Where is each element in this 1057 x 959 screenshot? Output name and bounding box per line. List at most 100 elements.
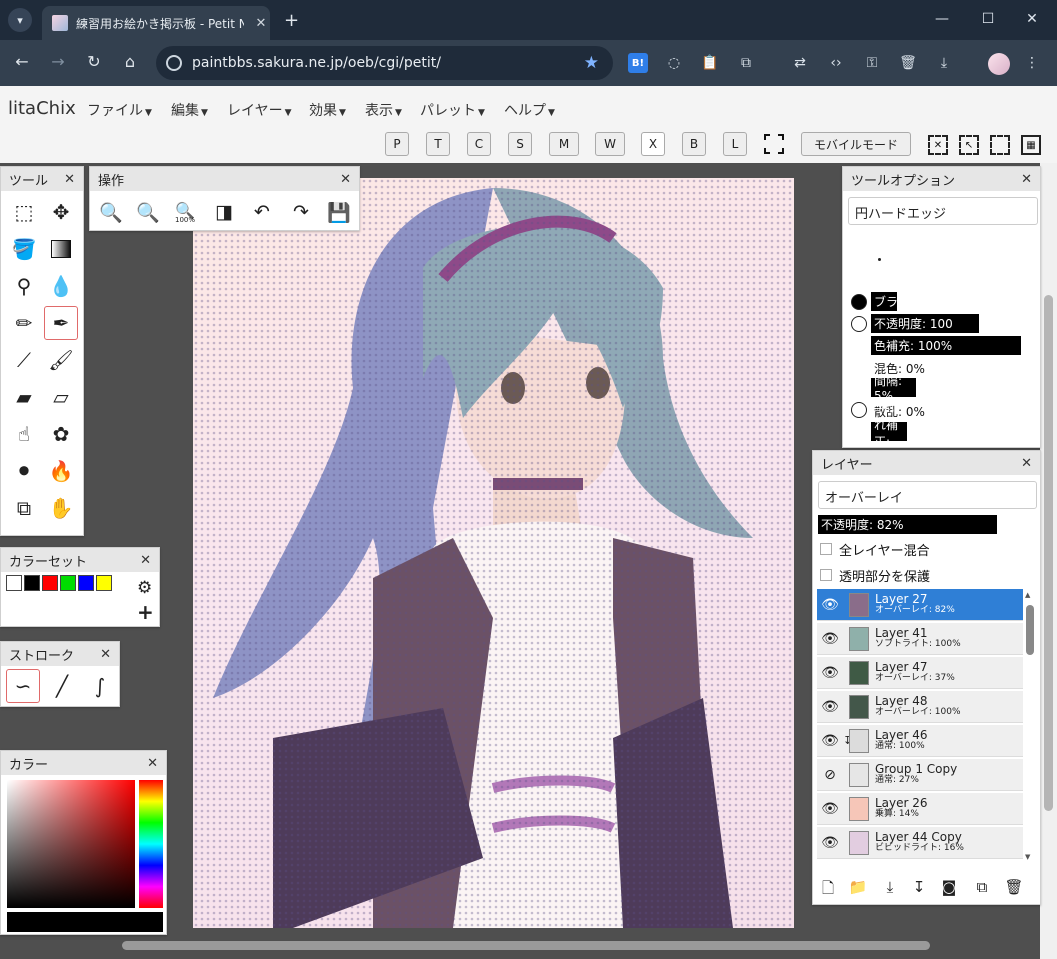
fullscreen-icon[interactable] [764, 134, 784, 154]
eye-icon[interactable]: 👁 [817, 733, 843, 749]
blend-mode-select[interactable]: オーバーレイ [818, 481, 1037, 509]
zoom-100-icon[interactable]: 🔍 100% [168, 197, 202, 227]
color-swatch[interactable] [60, 575, 76, 591]
zoom-in-icon[interactable]: 🔍 [94, 197, 128, 227]
layer-row[interactable]: 👁 Layer 41 ソフトライト: 100% [817, 623, 1023, 655]
eye-icon[interactable]: 👁 [817, 631, 843, 647]
redo-icon[interactable]: ↷ [284, 197, 318, 227]
mouse-extension-icon[interactable]: ◌ [664, 53, 684, 73]
menu-palette[interactable]: パレット ▼ [420, 100, 485, 120]
tab-close-icon[interactable]: ✕ [252, 16, 270, 31]
drawing-canvas[interactable] [193, 178, 794, 928]
eye-icon[interactable]: 👁 [817, 699, 843, 715]
close-icon[interactable]: ✕ [147, 756, 158, 771]
scatter-pressure-radio[interactable] [851, 402, 867, 418]
hand-tool-icon[interactable]: ✋ [44, 491, 78, 525]
eye-icon[interactable]: 👁 [817, 597, 843, 613]
dodge-tool-icon[interactable]: ⚫ [7, 454, 41, 488]
brush-size-pressure-radio[interactable] [851, 294, 867, 310]
color-swatch[interactable] [6, 575, 22, 591]
select-transform-icon[interactable]: ↖ [959, 135, 979, 155]
blur-drop-tool-icon[interactable]: 💧 [44, 269, 78, 303]
fill-bucket-tool-icon[interactable]: 🪣 [7, 232, 41, 266]
shortcut-button-c[interactable]: C [467, 132, 491, 156]
spacing-slider[interactable]: 間隔: 5% [871, 374, 916, 403]
eye-icon[interactable]: 👁 [817, 665, 843, 681]
color-fill-slider[interactable]: 色補充: 100% [871, 336, 1021, 355]
close-icon[interactable]: ✕ [140, 553, 151, 568]
eye-icon[interactable]: 👁 [817, 835, 843, 851]
shortcut-button-t[interactable]: T [426, 132, 450, 156]
key-icon[interactable]: ⚿ [862, 53, 882, 73]
move-tool-icon[interactable]: ✥ [44, 195, 78, 229]
forward-icon[interactable]: → [46, 52, 70, 71]
mobile-mode-button[interactable]: モバイルモード [801, 132, 911, 156]
brush-size-slider[interactable]: ブラシサイズ: 2 [871, 292, 961, 311]
bookmark-star-icon[interactable]: ★ [584, 53, 613, 73]
undo-icon[interactable]: ↶ [245, 197, 279, 227]
tab-search-button[interactable]: ▾ [8, 8, 32, 32]
layer-row[interactable]: 👁 ↧ Layer 46 通常: 100% [817, 725, 1023, 757]
shortcut-button-b[interactable]: B [682, 132, 706, 156]
close-window-icon[interactable]: ✕ [1022, 11, 1042, 27]
rect-select-tool-icon[interactable]: ⬚ [7, 195, 41, 229]
delete-layer-icon[interactable]: 🗑 [1003, 878, 1025, 896]
horizontal-scrollbar[interactable] [122, 941, 930, 950]
soft-eraser-tool-icon[interactable]: ▱ [44, 380, 78, 414]
vertical-scrollbar[interactable] [1044, 295, 1053, 811]
shortcut-button-x[interactable]: X [641, 132, 665, 156]
close-icon[interactable]: ✕ [100, 647, 111, 662]
layer-row[interactable]: 👁 Layer 47 オーバーレイ: 37% [817, 657, 1023, 689]
clip-layer-icon[interactable]: ↧ [908, 878, 930, 896]
shortcut-button-p[interactable]: P [385, 132, 409, 156]
hue-slider[interactable] [139, 780, 163, 908]
colorset-add-plus-icon[interactable]: + [137, 600, 154, 624]
layer-row[interactable]: 👁 Layer 26 乗算: 14% [817, 793, 1023, 825]
home-icon[interactable]: ⌂ [118, 52, 142, 71]
blend-tool-icon[interactable]: ✿ [44, 417, 78, 451]
translate-icon[interactable]: ⇄ [790, 53, 810, 73]
merge-down-icon[interactable]: ⤓ [879, 878, 901, 896]
protect-alpha-checkbox[interactable] [820, 569, 832, 581]
layer-mask-icon[interactable]: ◙ [938, 878, 960, 896]
trash-extension-icon[interactable]: 🗑 [898, 53, 918, 73]
saturation-value-picker[interactable] [7, 780, 135, 908]
deselect-icon[interactable]: ✕ [928, 135, 948, 155]
new-folder-icon[interactable]: 📁 [847, 878, 869, 896]
hatena-bookmark-extension-icon[interactable]: B! [628, 53, 648, 73]
browser-menu-icon[interactable]: ⋮ [1022, 53, 1042, 73]
clipboard-icon[interactable]: 📋 [700, 53, 720, 73]
brush-tool-icon[interactable]: 🖌 [44, 343, 78, 377]
eye-icon[interactable]: 👁 [817, 801, 843, 817]
eyedropper-tool-icon[interactable]: ⚲ [7, 269, 41, 303]
stabilizer-slider[interactable]: 手ぶれ補正: 2% [871, 401, 907, 464]
layer-row[interactable]: ⊘ Group 1 Copy 通常: 27% [817, 759, 1023, 791]
back-icon[interactable]: ← [10, 52, 34, 71]
new-tab-button[interactable]: + [284, 10, 299, 31]
site-info-icon[interactable] [166, 55, 182, 71]
burn-tool-icon[interactable]: 🔥 [44, 454, 78, 488]
invert-selection-icon[interactable]: ▦ [1021, 135, 1041, 155]
smudge-tool-icon[interactable]: ☝ [7, 417, 41, 451]
opacity-pressure-radio[interactable] [851, 316, 867, 332]
airbrush-tool-icon[interactable]: ⟋ [7, 343, 41, 377]
gradient-tool-icon[interactable] [44, 232, 78, 266]
colorset-settings-gear-icon[interactable]: ⚙ [137, 578, 152, 598]
close-icon[interactable]: ✕ [340, 172, 351, 187]
menu-view[interactable]: 表示 ▼ [365, 100, 402, 120]
layer-row[interactable]: 👁 Layer 27 オーバーレイ: 82% [817, 589, 1023, 621]
layer-opacity-slider[interactable]: 不透明度: 82% [818, 515, 997, 534]
maximize-icon[interactable]: ☐ [978, 11, 998, 27]
stroke-freehand-icon[interactable]: ∽ [6, 669, 40, 703]
shortcut-button-s[interactable]: S [508, 132, 532, 156]
layer-row[interactable]: 👁 Layer 48 オーバーレイ: 100% [817, 691, 1023, 723]
shortcut-button-w[interactable]: W [595, 132, 625, 156]
close-icon[interactable]: ✕ [64, 172, 75, 187]
scroll-up-icon[interactable]: ▲ [1025, 591, 1030, 599]
eye-hidden-icon[interactable]: ⊘ [817, 767, 843, 783]
reload-icon[interactable]: ↻ [82, 52, 106, 71]
layer-row[interactable]: 👁 Layer 44 Copy ビビッドライト: 16% [817, 827, 1023, 859]
zoom-out-icon[interactable]: 🔍 [131, 197, 165, 227]
menu-file[interactable]: ファイル ▼ [87, 100, 152, 120]
close-icon[interactable]: ✕ [1021, 456, 1032, 471]
